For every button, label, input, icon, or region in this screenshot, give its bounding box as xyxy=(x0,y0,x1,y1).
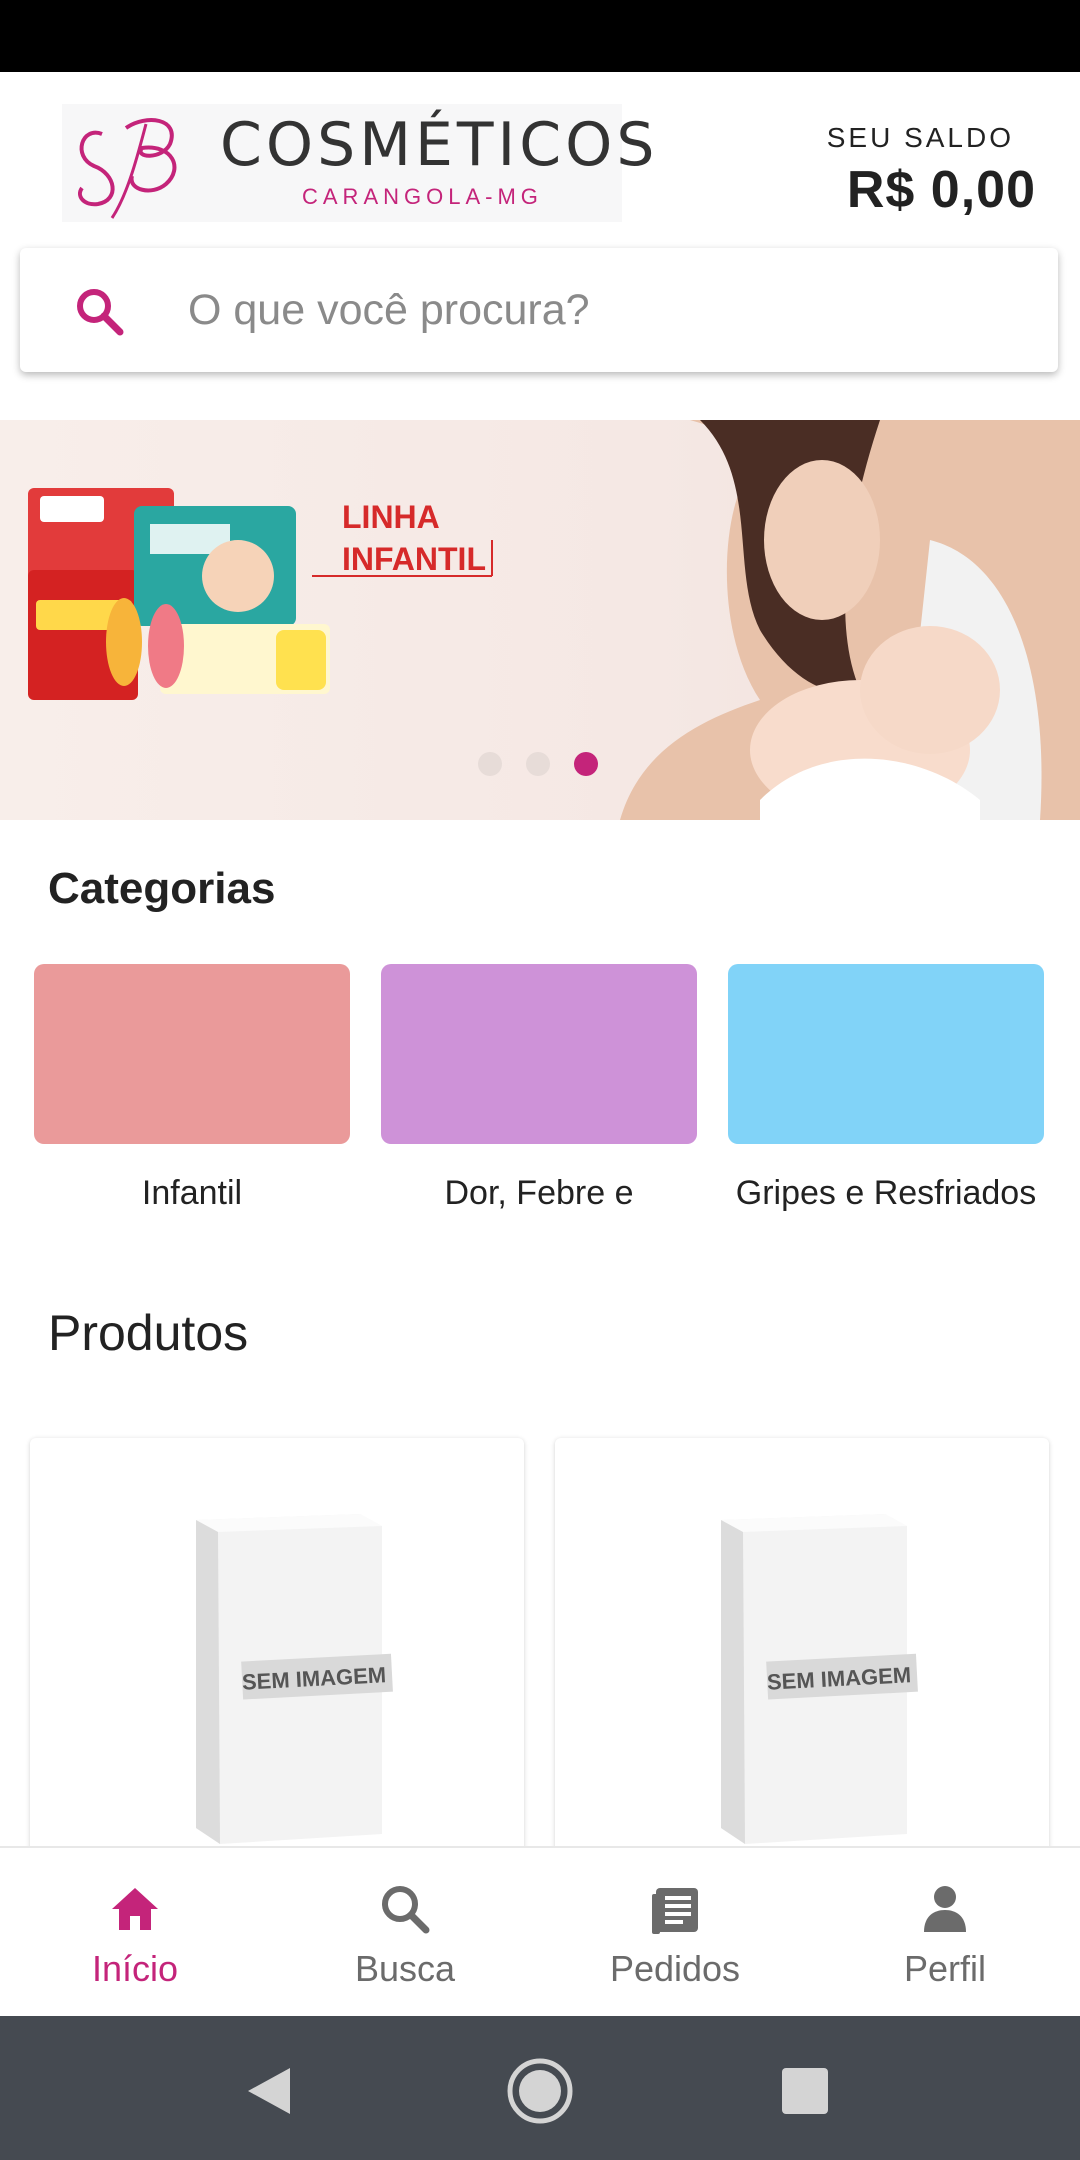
category-swatch xyxy=(728,964,1044,1144)
system-navigation-bar xyxy=(0,2016,1080,2160)
search-bar[interactable]: O que você procura? xyxy=(20,248,1058,372)
balance-label: SEU SALDO xyxy=(826,122,1014,153)
brand-subtitle: CARANGOLA-MG xyxy=(302,184,543,209)
banner-line-2: INFANTIL xyxy=(342,541,486,577)
product-card[interactable]: SEM IMAGEM xyxy=(30,1438,524,1858)
balance-value: R$ 0,00 xyxy=(846,161,1036,219)
nav-tab-perfil[interactable]: Perfil xyxy=(810,1848,1080,2018)
search-icon xyxy=(382,1886,430,1934)
brand-logo[interactable]: COSMÉTICOS CARANGOLA-MG xyxy=(62,104,654,222)
category-swatch xyxy=(34,964,350,1144)
categories-title: Categorias xyxy=(48,864,276,913)
orders-icon xyxy=(652,1888,698,1934)
banner-headline: LINHA INFANTIL xyxy=(342,496,486,580)
category-card-gripes[interactable]: Gripes e Resfriados xyxy=(728,964,1044,1213)
nav-label: Início xyxy=(91,1948,179,1989)
no-image-placeholder: SEM IMAGEM xyxy=(196,1514,393,1844)
carousel-dot-active[interactable] xyxy=(574,752,598,776)
nav-tab-inicio[interactable]: Início xyxy=(0,1848,270,2018)
home-button-icon[interactable] xyxy=(505,2056,575,2126)
category-card-infantil[interactable]: Infantil xyxy=(34,964,350,1213)
header: COSMÉTICOS CARANGOLA-MG SEU SALDO R$ 0,0… xyxy=(0,72,1080,252)
home-icon xyxy=(112,1888,158,1930)
search-icon xyxy=(77,289,124,336)
back-icon[interactable] xyxy=(234,2056,304,2126)
brand-title: COSMÉTICOS xyxy=(220,110,659,180)
category-label: Dor, Febre e xyxy=(444,1174,634,1212)
carousel-indicator xyxy=(478,752,598,776)
status-bar xyxy=(0,0,1080,72)
recents-icon[interactable] xyxy=(770,2056,840,2126)
nav-tab-pedidos[interactable]: Pedidos xyxy=(540,1848,810,2018)
product-card[interactable]: SEM IMAGEM xyxy=(555,1438,1049,1858)
carousel-dot[interactable] xyxy=(478,752,502,776)
category-card-dor-febre[interactable]: Dor, Febre e xyxy=(381,964,697,1213)
nav-label: Busca xyxy=(354,1948,456,1989)
banner-line-1: LINHA xyxy=(342,499,440,535)
no-image-placeholder: SEM IMAGEM xyxy=(721,1514,918,1844)
nav-tab-busca[interactable]: Busca xyxy=(270,1848,540,2018)
category-label: Infantil xyxy=(141,1174,243,1212)
nav-label: Perfil xyxy=(903,1948,987,1989)
nav-label: Pedidos xyxy=(609,1948,741,1989)
products-title: Produtos xyxy=(48,1305,249,1361)
category-label: Gripes e Resfriados xyxy=(735,1174,1037,1212)
profile-icon xyxy=(924,1886,966,1932)
bottom-navigation: Início Busca Pedidos Perfil xyxy=(0,1846,1080,2016)
carousel-dot[interactable] xyxy=(526,752,550,776)
promo-banner[interactable]: LINHA INFANTIL xyxy=(0,420,1080,820)
brand-monogram-icon xyxy=(78,118,177,219)
app-screen: COSMÉTICOS CARANGOLA-MG SEU SALDO R$ 0,0… xyxy=(0,0,1080,2160)
category-swatch xyxy=(381,964,697,1144)
search-input[interactable]: O que você procura? xyxy=(188,286,590,335)
